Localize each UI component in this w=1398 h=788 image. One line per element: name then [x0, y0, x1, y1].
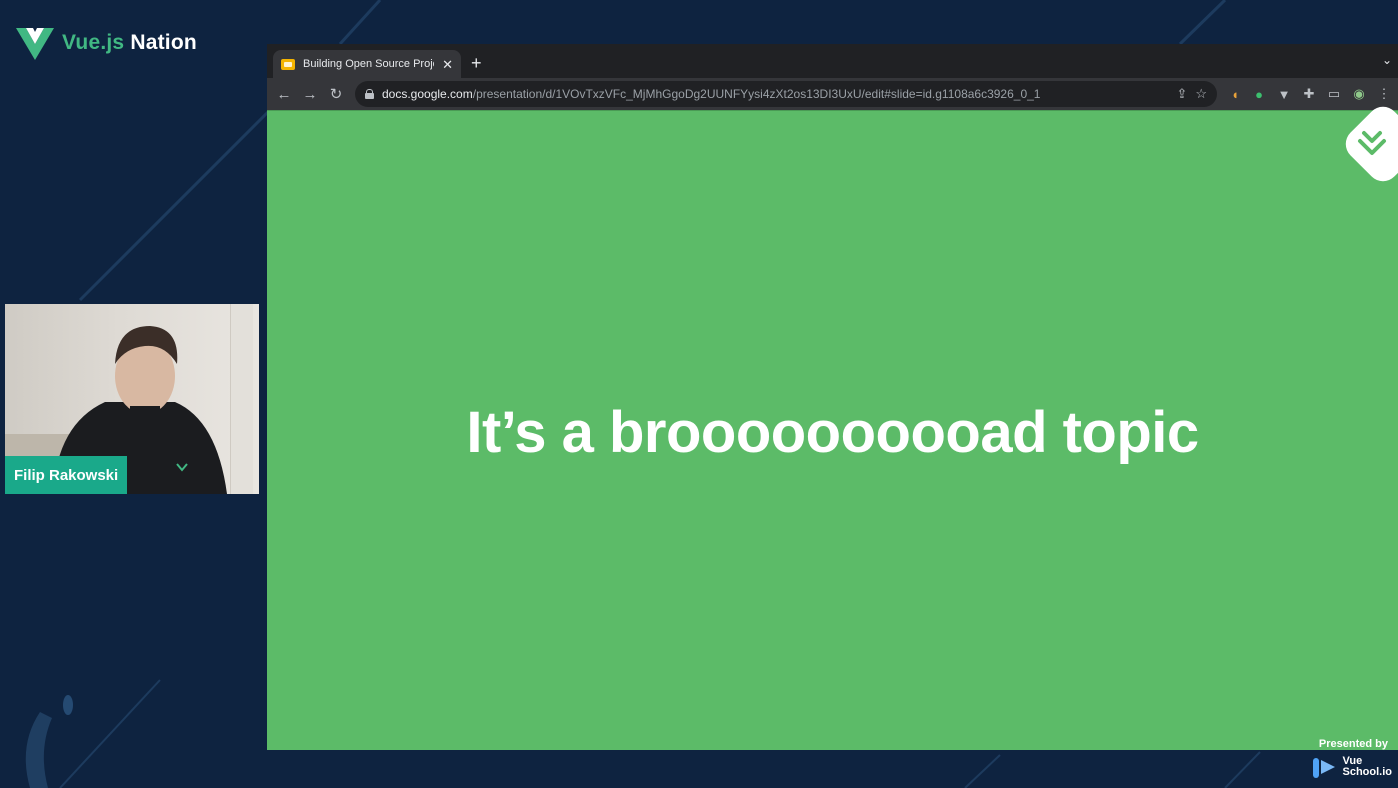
browser-window: Building Open Source Projects ✕ + ⌄ ← → … — [267, 44, 1398, 750]
presented-by-label: Presented by — [1319, 738, 1388, 750]
slides-favicon-icon — [281, 59, 295, 70]
url-host: docs.google.com — [382, 87, 473, 101]
slide-logo-chevron-icon — [1356, 129, 1388, 157]
brand-name-part2: Nation — [130, 31, 197, 54]
tab-search-chevron-icon[interactable]: ⌄ — [1382, 53, 1392, 67]
back-icon[interactable]: ← — [271, 81, 297, 107]
brand-name-part1: Vue.js — [62, 31, 124, 54]
extensions-puzzle-icon[interactable]: ✚ — [1297, 78, 1321, 110]
tab-strip: Building Open Source Projects ✕ + ⌄ — [267, 44, 1398, 78]
vue-school-text: Vue School.io — [1343, 756, 1393, 778]
new-tab-icon[interactable]: + — [471, 52, 482, 74]
vue-school-line2: School.io — [1343, 767, 1393, 778]
slide-headline: It’s a broooooooooad topic — [267, 399, 1398, 466]
brand-name: Vue.js Nation — [62, 31, 197, 55]
reload-icon[interactable]: ↻ — [323, 81, 349, 107]
grammarly-icon[interactable]: ● — [1247, 78, 1271, 110]
browser-menu-icon[interactable]: ⋮ — [1372, 78, 1396, 110]
url-text: docs.google.com/presentation/d/1VOvTxzVF… — [382, 87, 1168, 101]
profile-avatar[interactable]: ◉ — [1347, 78, 1371, 110]
vue-devtools-icon[interactable]: ▼ — [1272, 78, 1296, 110]
lock-icon[interactable] — [365, 89, 374, 99]
presentation-slide: It’s a broooooooooad topic — [267, 110, 1398, 750]
browser-toolbar: ← → ↻ docs.google.com/presentation/d/1VO… — [267, 78, 1398, 110]
vue-school-logo: Vue School.io — [1311, 754, 1393, 780]
cast-icon[interactable]: ▭ — [1322, 78, 1346, 110]
close-tab-icon[interactable]: ✕ — [442, 58, 453, 71]
extension-orange-icon[interactable]: ◖ — [1223, 78, 1247, 110]
bookmark-star-icon[interactable]: ☆ — [1195, 86, 1207, 102]
vue-school-icon — [1311, 754, 1337, 780]
share-icon[interactable]: ⇪ — [1176, 86, 1187, 102]
vuejs-nation-logo: Vue.js Nation — [16, 26, 197, 60]
url-path: /presentation/d/1VOvTxzVFc_MjMhGgoDg2UUN… — [473, 87, 1041, 101]
browser-tab[interactable]: Building Open Source Projects ✕ — [273, 50, 461, 78]
forward-icon[interactable]: → — [297, 81, 323, 107]
address-bar[interactable]: docs.google.com/presentation/d/1VOvTxzVF… — [355, 81, 1217, 107]
tab-title: Building Open Source Projects — [303, 58, 434, 70]
vue-logo-icon — [16, 26, 54, 60]
presenter-name-tag: Filip Rakowski — [5, 456, 127, 494]
presenter-webcam: Filip Rakowski — [5, 304, 259, 494]
